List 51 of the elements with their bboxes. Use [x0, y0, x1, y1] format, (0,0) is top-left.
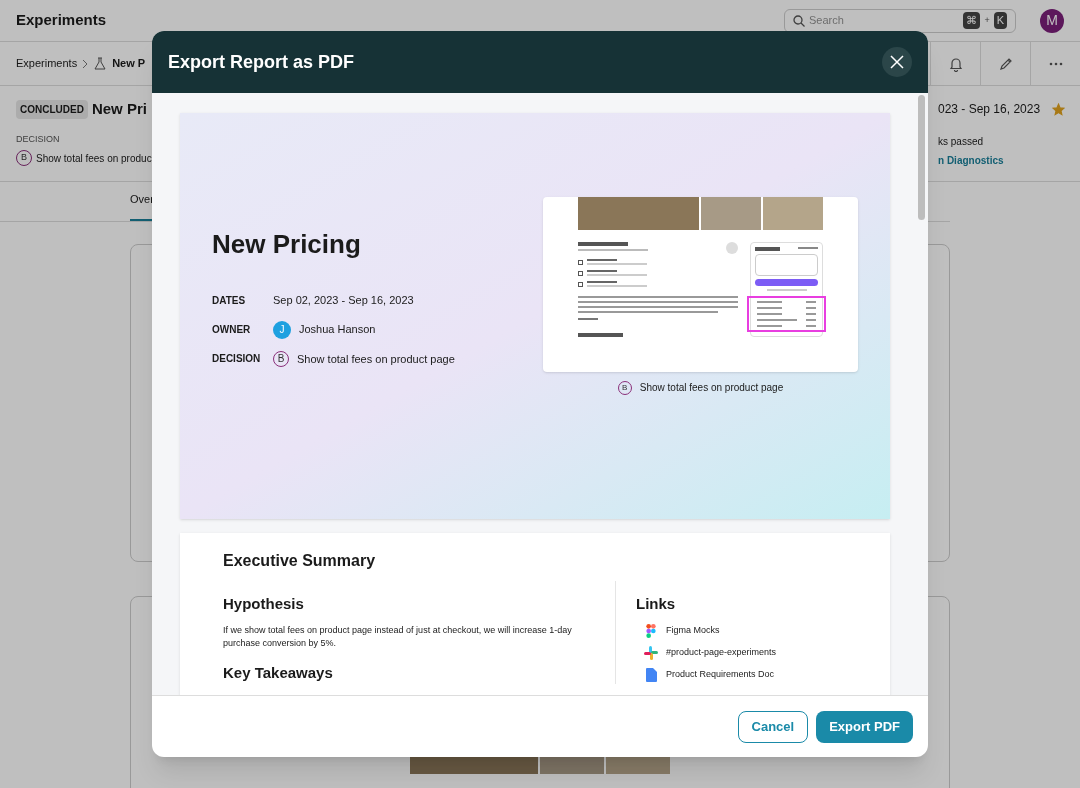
page-title: Experiments	[16, 10, 107, 31]
breadcrumb-link[interactable]: Experiments	[16, 55, 78, 72]
figma-logo-icon	[646, 623, 656, 638]
field-label: OWNER	[212, 323, 252, 337]
decision-label: DECISION	[16, 132, 61, 146]
flask-icon	[93, 56, 108, 71]
close-button[interactable]	[882, 47, 912, 77]
status-badge: CONCLUDED	[16, 99, 88, 119]
breadcrumb-current: New P	[112, 56, 146, 72]
checks-status: ks passed	[938, 135, 985, 149]
star-icon[interactable]	[1052, 102, 1066, 116]
export-pdf-button[interactable]: Export PDF	[816, 710, 913, 743]
report-title: New Pricing	[212, 228, 362, 261]
date-picker-drawing	[755, 254, 818, 276]
reserve-button-drawing	[755, 279, 818, 286]
document-icon	[645, 667, 657, 682]
search-field[interactable]: Search	[809, 12, 960, 29]
hypothesis-text: If we show total fees on product page instead of just at checkout, we will increase 1-day purchase conversion by 5%.	[223, 623, 573, 650]
links-heading: Links	[636, 594, 677, 614]
photo-placeholder	[762, 197, 823, 230]
slack-logo-icon	[644, 645, 658, 660]
shortcut-plus: +	[984, 13, 990, 27]
preview-caption: Show total fees on product page	[639, 381, 784, 395]
experiment-title: New Pri	[91, 99, 147, 119]
diagnostics-link[interactable]: n Diagnostics	[938, 153, 1004, 168]
date-range: 023 - Sep 16, 2023	[938, 101, 1041, 118]
cancel-button[interactable]: Cancel	[737, 710, 809, 743]
close-icon	[890, 55, 904, 69]
host-avatar	[726, 242, 738, 254]
dialog-title: Export Report as PDF	[168, 50, 355, 74]
field-label: DECISION	[212, 352, 262, 367]
shortcut-key: ⌘	[963, 12, 981, 29]
field-value: Show total fees on product page	[297, 351, 455, 367]
field-value: Joshua Hanson	[299, 322, 376, 338]
owner-avatar: J	[273, 320, 291, 339]
bell-icon[interactable]	[947, 55, 964, 72]
summary-title: Executive Summary	[223, 551, 377, 571]
user-avatar[interactable]: M	[1040, 8, 1064, 33]
chevron-right-icon	[82, 58, 89, 69]
resource-link[interactable]: Figma Mocks	[666, 623, 720, 638]
resource-link[interactable]: #product-page-experiments	[666, 645, 777, 660]
decision-text: Show total fees on produc	[36, 151, 152, 166]
field-label: DATES	[212, 293, 247, 308]
scrollbar-thumb[interactable]	[918, 95, 925, 220]
hypothesis-heading: Hypothesis	[223, 594, 305, 614]
search-icon	[793, 14, 805, 27]
resource-link[interactable]: Product Requirements Doc	[666, 667, 775, 682]
takeaways-heading: Key Takeaways	[223, 662, 334, 683]
field-value: Sep 02, 2023 - Sep 16, 2023	[273, 293, 414, 308]
more-icon[interactable]	[1048, 61, 1063, 66]
shortcut-key: K	[993, 12, 1007, 29]
